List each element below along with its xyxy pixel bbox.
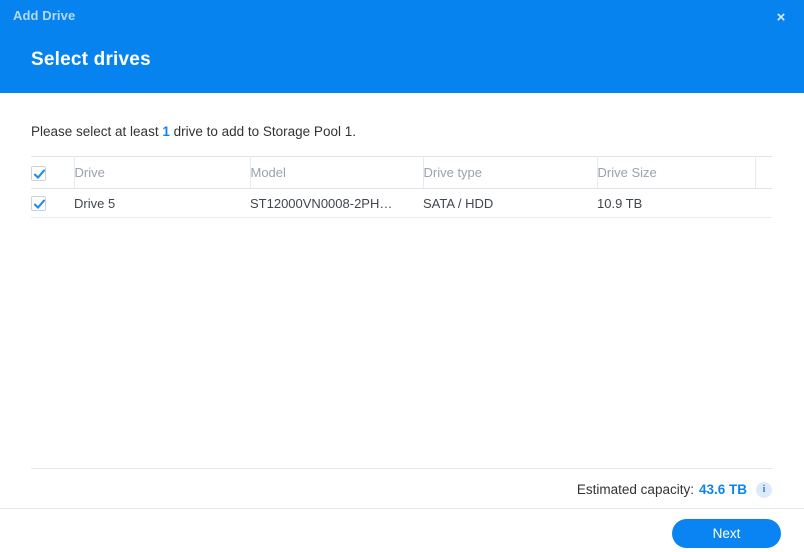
footer-divider <box>31 468 772 469</box>
table-header-row: Drive Model Drive type Drive Size <box>31 156 772 189</box>
cell-extra <box>755 188 772 218</box>
page-title: Select drives <box>31 49 151 70</box>
column-header-drive[interactable]: Drive <box>74 156 251 189</box>
instruction-count: 1 <box>162 124 170 139</box>
select-all-cell[interactable] <box>31 156 75 189</box>
row-select-cell[interactable] <box>31 188 74 218</box>
dialog-body: Please select at least 1 drive to add to… <box>0 93 804 508</box>
cell-drive-type-value: SATA / HDD <box>423 195 494 211</box>
instruction-prefix: Please select at least <box>31 124 163 139</box>
cell-drive-type: SATA / HDD <box>423 188 597 218</box>
cell-drive: Drive 5 <box>74 188 250 218</box>
add-drive-dialog: Add Drive × Select drives Please select … <box>0 0 804 552</box>
drive-table: Drive Model Drive type Drive Size Drive … <box>31 156 772 218</box>
dialog-header: Add Drive × Select drives <box>0 0 804 93</box>
estimated-capacity-value: 43.6 TB <box>698 482 747 497</box>
cell-drive-value: Drive 5 <box>74 195 116 211</box>
table-body: Drive 5 ST12000VN0008-2PH… SATA / HDD 10… <box>31 188 772 218</box>
column-header-drive-size[interactable]: Drive Size <box>597 156 756 189</box>
cell-drive-size: 10.9 TB <box>597 188 755 218</box>
info-icon[interactable]: i <box>756 482 772 498</box>
checkmark-icon <box>33 169 46 179</box>
column-header-model[interactable]: Model <box>250 156 424 189</box>
window-title: Add Drive <box>13 8 76 23</box>
column-header-model-label: Model <box>250 165 286 180</box>
column-header-drive-size-label: Drive Size <box>597 165 657 180</box>
cell-model-value: ST12000VN0008-2PH… <box>250 195 393 211</box>
column-header-drive-type[interactable]: Drive type <box>423 156 598 189</box>
row-checkbox[interactable] <box>31 196 46 212</box>
instruction-suffix: drive to add to Storage Pool 1. <box>169 124 356 139</box>
instruction-text: Please select at least 1 drive to add to… <box>31 123 356 141</box>
checkmark-icon <box>33 199 46 209</box>
column-header-drive-label: Drive <box>74 165 105 180</box>
table-header: Drive Model Drive type Drive Size <box>31 156 772 189</box>
estimated-capacity-label: Estimated capacity: <box>576 482 694 497</box>
close-icon[interactable]: × <box>770 6 792 28</box>
next-button[interactable]: Next <box>672 519 781 548</box>
dialog-action-bar: Next <box>0 508 804 552</box>
cell-model: ST12000VN0008-2PH… <box>250 188 423 218</box>
estimated-capacity: Estimated capacity: 43.6 TB i <box>577 481 772 499</box>
column-header-drive-type-label: Drive type <box>423 165 483 180</box>
cell-drive-size-value: 10.9 TB <box>597 195 643 211</box>
select-all-checkbox[interactable] <box>31 165 46 181</box>
column-header-extra <box>755 156 772 189</box>
table-row[interactable]: Drive 5 ST12000VN0008-2PH… SATA / HDD 10… <box>31 188 772 218</box>
